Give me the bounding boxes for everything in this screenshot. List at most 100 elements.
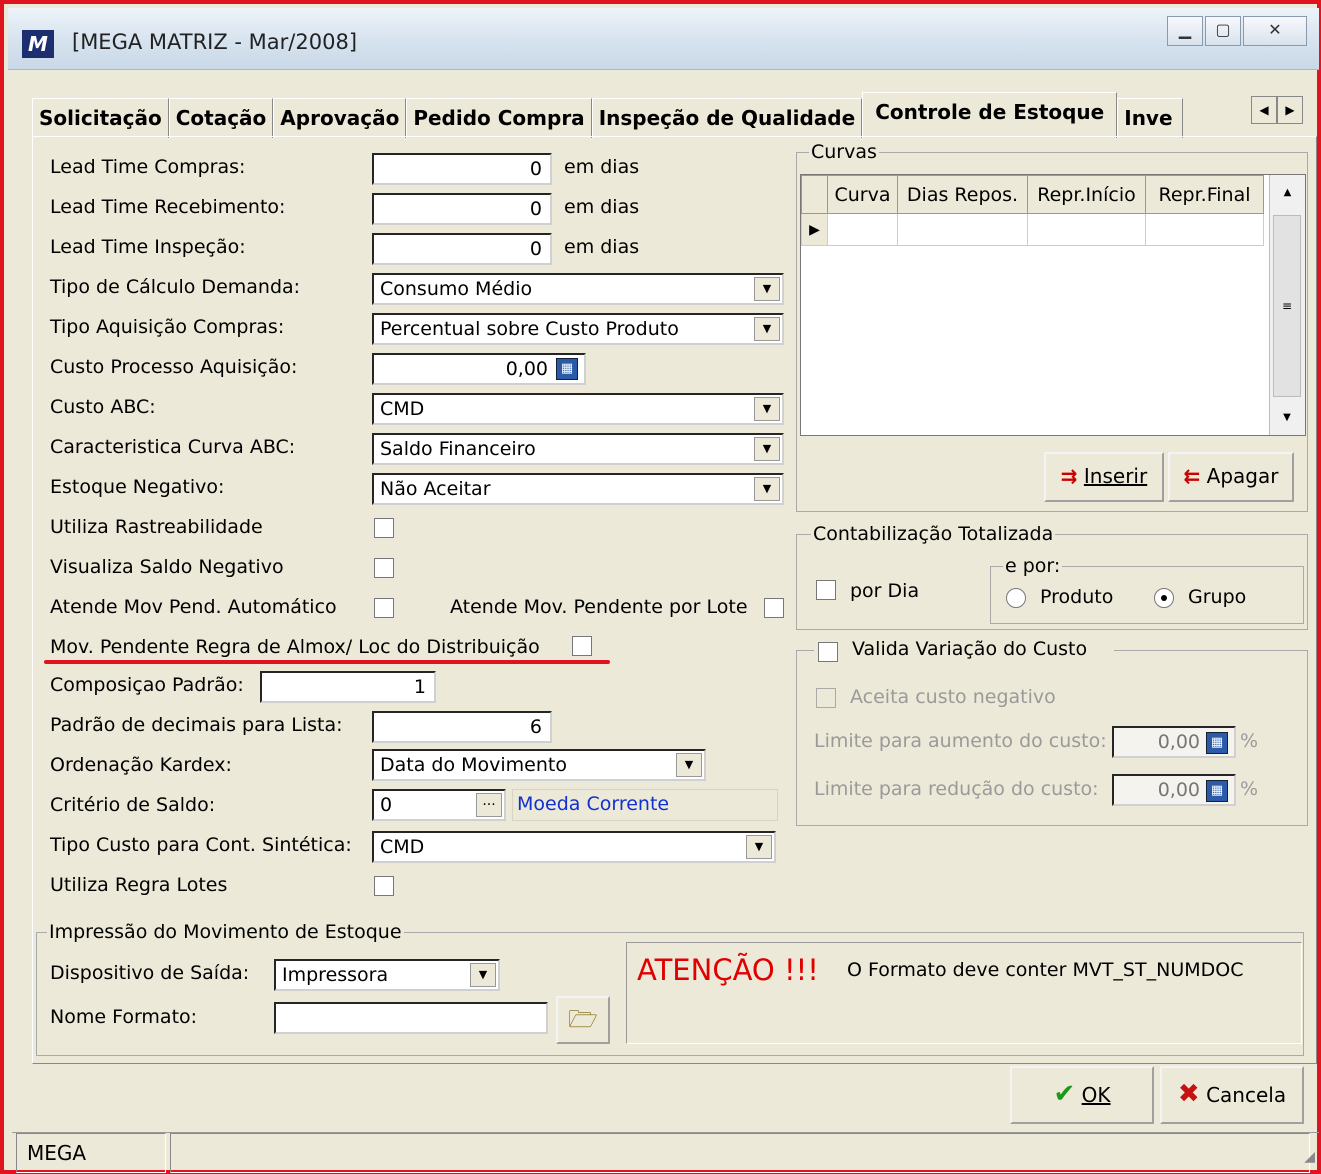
tab-pedido-compra[interactable]: Pedido Compra	[406, 98, 592, 138]
chevron-down-icon[interactable]: ▼	[754, 477, 780, 501]
grid-header-repr-final[interactable]: Repr.Final	[1145, 175, 1264, 214]
tab-scroll-left-icon[interactable]: ◀	[1251, 96, 1277, 124]
grupo-radio[interactable]	[1154, 588, 1174, 608]
chevron-down-icon[interactable]: ▼	[754, 277, 780, 301]
atencao-message: O Formato deve conter MVT_ST_NUMDOC	[847, 959, 1244, 981]
chevron-down-icon[interactable]: ▼	[754, 397, 780, 421]
folder-open-icon[interactable]: 🗁	[556, 996, 610, 1044]
lead-recebimento-input[interactable]: 0	[372, 193, 552, 225]
grid-corner	[801, 175, 828, 214]
calculator-icon[interactable]: ▦	[1206, 732, 1228, 754]
limite-aumento-percent: %	[1240, 730, 1259, 752]
criterio-saldo-input[interactable]: 0 ···	[372, 789, 506, 821]
delete-row-icon: ⇇	[1183, 464, 1201, 488]
status-panel	[170, 1133, 1310, 1173]
minimize-icon[interactable]: ▁	[1167, 16, 1203, 46]
ordenacao-kardex-label: Ordenação Kardex:	[50, 754, 232, 776]
ok-button[interactable]: ✔ OK	[1010, 1066, 1154, 1124]
app-window: M [MEGA MATRIZ - Mar/2008] ▁ ▢ ✕ Solicit…	[0, 0, 1321, 1174]
scroll-thumb[interactable]: ≡	[1273, 215, 1301, 397]
visualiza-saldo-negativo-checkbox[interactable]	[374, 558, 394, 578]
dispositivo-select[interactable]: Impressora ▼	[274, 959, 500, 991]
utiliza-regra-lotes-checkbox[interactable]	[374, 876, 394, 896]
criterio-saldo-label: Critério de Saldo:	[50, 794, 216, 816]
tipo-custo-sintetica-label: Tipo Custo para Cont. Sintética:	[50, 834, 352, 856]
tab-inspecao-qualidade[interactable]: Inspeção de Qualidade	[591, 98, 863, 138]
grid-scrollbar[interactable]: ▲ ≡ ▼	[1269, 175, 1305, 435]
visualiza-saldo-negativo-label: Visualiza Saldo Negativo	[50, 556, 284, 578]
por-dia-checkbox[interactable]	[816, 580, 836, 600]
tab-cotacao[interactable]: Cotação	[168, 98, 274, 138]
table-row[interactable]: ▶	[801, 213, 1264, 246]
e-por-title: e por:	[1003, 555, 1063, 577]
estoque-negativo-select[interactable]: Não Aceitar ▼	[372, 473, 784, 505]
padrao-decimais-input[interactable]: 6	[372, 711, 552, 743]
tab-scroll-right-icon[interactable]: ▶	[1277, 96, 1303, 124]
tab-controle-estoque[interactable]: Controle de Estoque	[862, 92, 1118, 138]
lead-inspecao-unit: em dias	[564, 236, 640, 258]
produto-label: Produto	[1040, 586, 1114, 608]
atende-mov-pend-lote-checkbox[interactable]	[764, 598, 784, 618]
table-cell[interactable]	[897, 213, 1028, 246]
ordenacao-kardex-value: Data do Movimento	[380, 754, 567, 776]
tab-inventario[interactable]: Inve	[1117, 98, 1184, 138]
x-icon: ✖	[1177, 1079, 1200, 1109]
cancela-button[interactable]: ✖ Cancela	[1160, 1066, 1304, 1124]
highlight-underline	[44, 660, 610, 664]
utiliza-rastreabilidade-label: Utiliza Rastreabilidade	[50, 516, 263, 538]
inserir-label: Inserir	[1083, 464, 1148, 488]
maximize-icon[interactable]: ▢	[1205, 16, 1241, 46]
scroll-down-icon[interactable]: ▼	[1270, 412, 1304, 423]
lead-inspecao-input[interactable]: 0	[372, 233, 552, 265]
chevron-down-icon[interactable]: ▼	[470, 963, 496, 987]
caracteristica-curva-select[interactable]: Saldo Financeiro ▼	[372, 433, 784, 465]
produto-radio[interactable]	[1006, 588, 1026, 608]
por-dia-label: por Dia	[850, 580, 920, 602]
grid-header-curva[interactable]: Curva	[827, 175, 898, 214]
chevron-down-icon[interactable]: ▼	[746, 835, 772, 859]
curvas-title: Curvas	[809, 141, 879, 163]
custo-abc-select[interactable]: CMD ▼	[372, 393, 784, 425]
calculator-icon[interactable]: ▦	[1206, 780, 1228, 802]
ordenacao-kardex-select[interactable]: Data do Movimento ▼	[372, 749, 706, 781]
utiliza-rastreabilidade-checkbox[interactable]	[374, 518, 394, 538]
tab-solicitacao[interactable]: Solicitação	[32, 98, 169, 138]
caracteristica-curva-value: Saldo Financeiro	[380, 438, 536, 460]
valida-custo-title: Valida Variação do Custo	[852, 638, 1088, 660]
inserir-button[interactable]: ⇉ Inserir	[1044, 452, 1164, 502]
ellipsis-icon[interactable]: ···	[476, 793, 502, 817]
composicao-padrao-input[interactable]: 1	[260, 671, 436, 703]
table-cell[interactable]	[1027, 213, 1146, 246]
tipo-custo-sintetica-select[interactable]: CMD ▼	[372, 831, 776, 863]
table-cell[interactable]	[827, 213, 898, 246]
cancela-label: Cancela	[1206, 1083, 1287, 1107]
lead-inspecao-label: Lead Time Inspeção:	[50, 236, 246, 258]
valida-custo-checkbox[interactable]	[818, 642, 838, 662]
chevron-down-icon[interactable]: ▼	[754, 437, 780, 461]
tipo-calculo-select[interactable]: Consumo Médio ▼	[372, 273, 784, 305]
chevron-down-icon[interactable]: ▼	[754, 317, 780, 341]
close-icon[interactable]: ✕	[1243, 16, 1307, 46]
status-app: MEGA	[16, 1133, 166, 1173]
tab-aprovacao[interactable]: Aprovação	[273, 98, 407, 138]
grid-header-dias-repos[interactable]: Dias Repos.	[897, 175, 1028, 214]
scroll-up-icon[interactable]: ▲	[1270, 187, 1305, 198]
custo-processo-label: Custo Processo Aquisição:	[50, 356, 298, 378]
resize-grip-icon[interactable]: ◢	[1304, 1149, 1315, 1165]
mov-pendente-regra-label: Mov. Pendente Regra de Almox/ Loc do Dis…	[50, 636, 540, 658]
calculator-icon[interactable]: ▦	[556, 358, 578, 380]
lead-compras-input[interactable]: 0	[372, 153, 552, 185]
aceita-custo-negativo-checkbox[interactable]	[816, 688, 836, 708]
atende-mov-pend-auto-checkbox[interactable]	[374, 598, 394, 618]
tipo-aquisicao-select[interactable]: Percentual sobre Custo Produto ▼	[372, 313, 784, 345]
table-cell[interactable]	[1145, 213, 1264, 246]
mov-pendente-regra-checkbox[interactable]	[572, 636, 592, 656]
ok-label: OK	[1081, 1083, 1111, 1107]
grid-header-repr-inicio[interactable]: Repr.Início	[1027, 175, 1146, 214]
chevron-down-icon[interactable]: ▼	[676, 753, 702, 777]
nome-formato-input[interactable]	[274, 1002, 548, 1034]
apagar-button[interactable]: ⇇ Apagar	[1168, 452, 1294, 502]
criterio-saldo-value: 0	[380, 794, 393, 816]
custo-processo-input[interactable]: 0,00	[372, 353, 586, 385]
curvas-grid[interactable]: Curva Dias Repos. Repr.Início Repr.Final…	[800, 174, 1306, 436]
